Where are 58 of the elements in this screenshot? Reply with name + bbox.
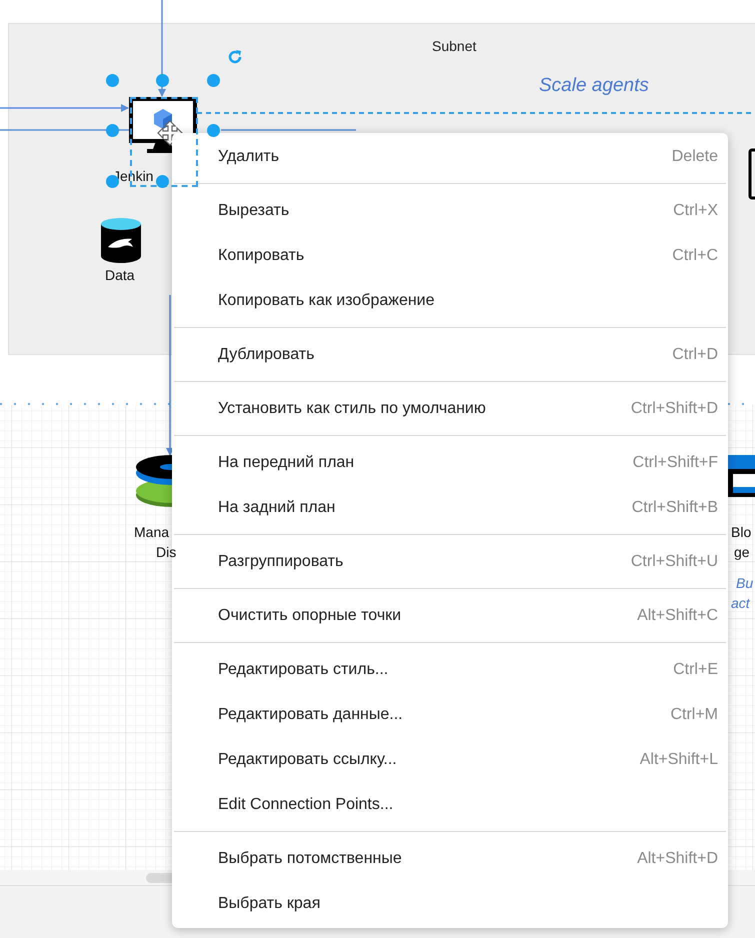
menu-item-label: Копировать bbox=[218, 246, 304, 266]
menu-item-label: Разгруппировать bbox=[218, 552, 344, 572]
shortcut-text: Alt+Shift+L bbox=[640, 750, 718, 770]
menu-item[interactable]: Установить как стиль по умолчанию Ctrl+Shift+D bbox=[172, 386, 728, 431]
menu-item[interactable]: Вырезать Ctrl+X bbox=[172, 188, 728, 233]
menu-item-label: Выбрать края bbox=[218, 894, 320, 914]
database-icon[interactable] bbox=[100, 217, 142, 263]
menu-item[interactable]: Копировать как изображение bbox=[172, 278, 728, 323]
menu-item-label: Очистить опорные точки bbox=[218, 606, 402, 626]
menu-item[interactable]: Очистить опорные точки Alt+Shift+C bbox=[172, 593, 728, 638]
menu-item-label: Дублировать bbox=[218, 344, 314, 364]
shape-label: Mana bbox=[134, 523, 170, 542]
menu-item[interactable]: На передний план Ctrl+Shift+F bbox=[172, 440, 728, 485]
menu-item-label: Вырезать bbox=[218, 200, 290, 220]
shape-label: Dis bbox=[156, 543, 176, 562]
menu-item[interactable]: Копировать Ctrl+C bbox=[172, 233, 728, 278]
menu-item-label: На передний план bbox=[218, 452, 354, 472]
menu-item-label: Edit Connection Points... bbox=[218, 794, 394, 814]
shortcut-text: Ctrl+Shift+B bbox=[632, 498, 718, 518]
annotation-text: Scale agents bbox=[539, 74, 649, 98]
shortcut-text: Alt+Shift+C bbox=[637, 606, 718, 626]
menu-item-label: Удалить bbox=[218, 146, 280, 166]
menu-item[interactable]: На задний план Ctrl+Shift+B bbox=[172, 485, 728, 530]
shape-label: Data bbox=[105, 266, 135, 285]
menu-item-label: Копировать как изображение bbox=[218, 290, 435, 310]
menu-item-label: Редактировать данные... bbox=[218, 704, 403, 724]
shortcut-text: Ctrl+X bbox=[673, 200, 718, 220]
menu-item-label: Установить как стиль по умолчанию bbox=[218, 398, 486, 418]
menu-item[interactable]: Редактировать стиль... Ctrl+E bbox=[172, 647, 728, 692]
shortcut-text: Alt+Shift+D bbox=[637, 848, 718, 868]
shape-label: ge bbox=[734, 543, 750, 562]
shortcut-text: Ctrl+Shift+F bbox=[632, 452, 718, 472]
menu-item[interactable]: Выбрать потомственные Alt+Shift+D bbox=[172, 836, 728, 881]
connector-line[interactable] bbox=[166, 295, 174, 456]
subnet-title: Subnet bbox=[432, 37, 476, 56]
menu-item[interactable]: Редактировать ссылку... Alt+Shift+L bbox=[172, 737, 728, 782]
menu-item-label: Редактировать ссылку... bbox=[218, 750, 397, 770]
shortcut-text: Ctrl+Shift+D bbox=[630, 398, 718, 418]
shortcut-text: Ctrl+D bbox=[672, 344, 718, 364]
connector-line[interactable] bbox=[221, 129, 356, 131]
shortcut-text: Ctrl+E bbox=[673, 660, 718, 680]
menu-item[interactable]: Дублировать Ctrl+D bbox=[172, 332, 728, 377]
menu-item-label: Выбрать потомственные bbox=[218, 848, 402, 868]
menu-item[interactable]: Выбрать края bbox=[172, 881, 728, 926]
rotate-icon[interactable] bbox=[226, 48, 244, 66]
shortcut-text: Ctrl+M bbox=[670, 704, 718, 724]
shape-label: Blo bbox=[731, 523, 752, 542]
shortcut-text: Delete bbox=[672, 146, 718, 166]
menu-item[interactable]: Удалить Delete bbox=[172, 134, 728, 179]
shortcut-text: Ctrl+Shift+U bbox=[630, 552, 718, 572]
menu-item-label: На задний план bbox=[218, 498, 336, 518]
menu-item[interactable]: Edit Connection Points... bbox=[172, 782, 728, 827]
annotation-text: act bbox=[731, 594, 750, 613]
device-icon[interactable] bbox=[748, 148, 755, 200]
shortcut-text: Ctrl+C bbox=[672, 246, 718, 266]
annotation-text: Bu bbox=[736, 574, 754, 593]
menu-item-label: Редактировать стиль... bbox=[218, 660, 388, 680]
menu-item[interactable]: Редактировать данные... Ctrl+M bbox=[172, 692, 728, 737]
